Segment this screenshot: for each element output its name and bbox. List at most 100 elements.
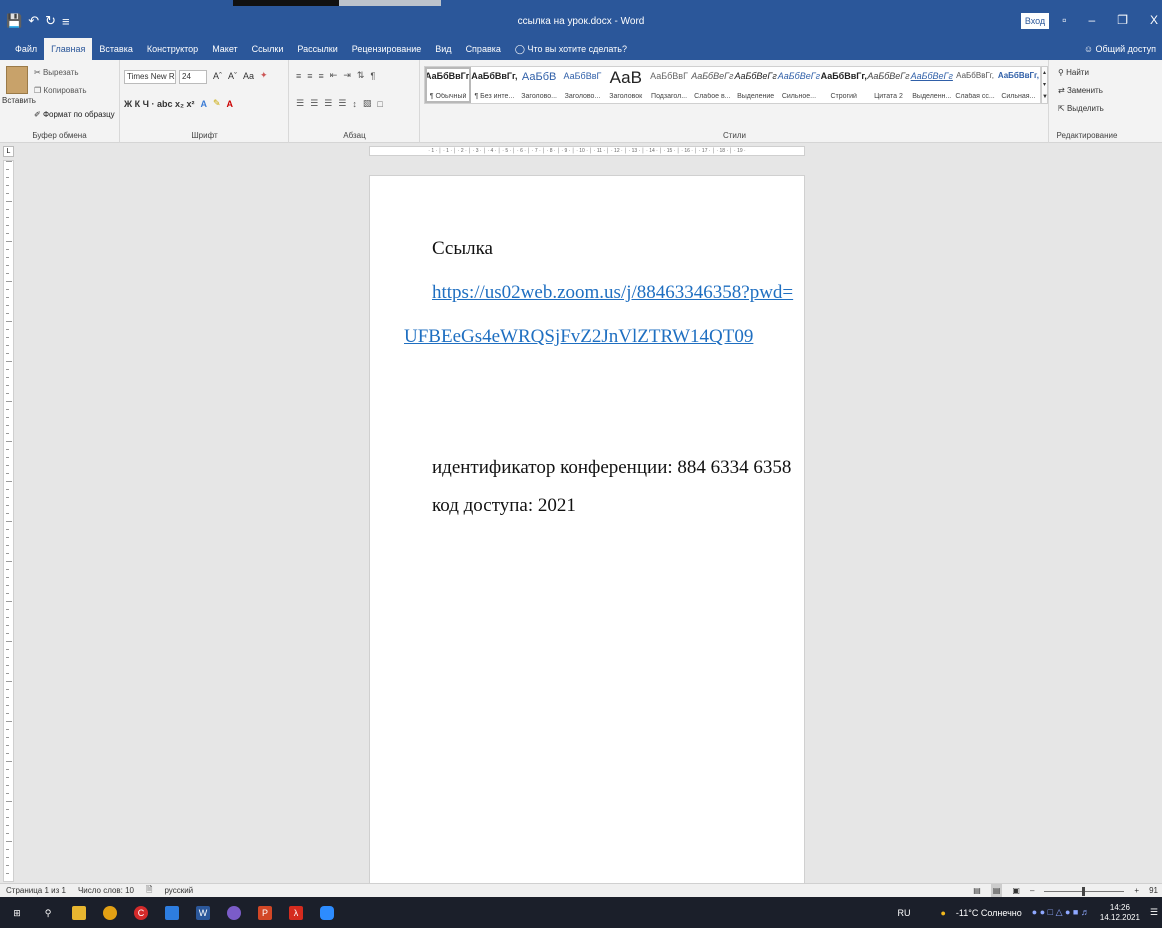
format-painter-button[interactable]: ✐ Формат по образцу <box>34 110 115 119</box>
app-c-icon[interactable]: C <box>134 905 148 920</box>
app-blue-icon[interactable] <box>165 905 179 920</box>
clear-format-icon[interactable]: ✦ <box>260 70 268 81</box>
start-icon[interactable]: ⊞ <box>10 906 24 920</box>
grow-font-icon[interactable]: Aˆ <box>213 71 222 81</box>
style-title[interactable]: АаВ Заголовок <box>604 67 647 103</box>
font-size-select[interactable]: 24 <box>179 70 207 84</box>
line-spacing-icon[interactable]: ↕ <box>352 99 357 109</box>
text-effects-icon[interactable]: A <box>200 99 207 109</box>
pilcrow-icon[interactable]: ¶ <box>370 71 375 81</box>
tab-view[interactable]: Вид <box>428 38 458 60</box>
justify-icon[interactable]: ☰ <box>338 98 346 109</box>
zoom-in-button[interactable]: + <box>1134 884 1139 898</box>
change-case-icon[interactable]: Aa <box>243 71 254 81</box>
document-page[interactable]: Ссылка https://us02web.zoom.us/j/8846334… <box>369 175 805 885</box>
zoom-app-icon[interactable] <box>320 905 334 920</box>
multilevel-icon[interactable]: ≡ <box>319 71 324 81</box>
align-right-icon[interactable]: ☰ <box>324 98 332 109</box>
vertical-ruler[interactable] <box>3 160 14 882</box>
tab-help[interactable]: Справка <box>459 38 508 60</box>
chrome-icon[interactable] <box>103 905 117 920</box>
search-icon[interactable]: ⚲ <box>41 906 55 920</box>
viber-icon[interactable] <box>227 905 241 920</box>
style-subtitle[interactable]: АаБбВвГ Подзагол... <box>647 67 690 103</box>
zoom-slider[interactable] <box>1044 886 1125 896</box>
doc-link-line-1[interactable]: https://us02web.zoom.us/j/88463346358?pw… <box>432 282 793 304</box>
language-indicator[interactable]: русский <box>164 886 193 895</box>
paste-button[interactable]: Вставить <box>2 96 36 105</box>
file-explorer-icon[interactable] <box>72 905 86 920</box>
style-intense-reference[interactable]: АаБбВвГг, Сильная... <box>997 67 1040 103</box>
select-button[interactable]: ⇱ Выделить <box>1058 104 1104 113</box>
bullets-icon[interactable]: ≡ <box>296 71 301 81</box>
page-count[interactable]: Страница 1 из 1 <box>6 886 66 895</box>
tell-me-search[interactable]: ◯ Что вы хотите сделать? <box>508 38 634 60</box>
style-heading-1[interactable]: АаБбВ Заголово... <box>518 67 561 103</box>
shading-icon[interactable]: ▧ <box>363 98 372 109</box>
style-quote[interactable]: АаБбВеГг Цитата 2 <box>867 67 910 103</box>
acrobat-icon[interactable]: λ <box>289 905 303 920</box>
tab-file[interactable]: Файл <box>8 38 44 60</box>
copy-button[interactable]: ❐ Копировать <box>34 86 86 95</box>
proofing-icon[interactable]: 🗎 <box>146 884 152 898</box>
close-button[interactable]: X <box>1150 13 1158 27</box>
horizontal-ruler[interactable]: · 1 · │ · 1 · │ · 2 · │ · 3 · │ · 4 · │ … <box>369 146 805 156</box>
word-icon[interactable]: W <box>196 905 210 920</box>
style-intense-quote[interactable]: АаБбВеГг Выделенн... <box>910 67 953 103</box>
increase-indent-icon[interactable]: ⇥ <box>343 70 351 81</box>
print-layout-icon[interactable]: ▤ <box>990 884 1003 898</box>
style-no-spacing[interactable]: АаБбВвГг, ¶ Без инте... <box>471 67 517 103</box>
paste-icon[interactable] <box>6 66 28 94</box>
decrease-indent-icon[interactable]: ⇤ <box>330 70 338 81</box>
zoom-out-button[interactable]: – <box>1030 884 1034 898</box>
numbering-icon[interactable]: ≡ <box>307 71 312 81</box>
ribbon-display-icon[interactable]: ▫ <box>1062 13 1066 27</box>
tab-layout[interactable]: Макет <box>205 38 244 60</box>
restore-button[interactable]: ❐ <box>1117 13 1128 27</box>
powerpoint-icon[interactable]: P <box>258 905 272 920</box>
font-format-buttons[interactable]: Ж К Ч · abc x₂ x² <box>124 99 194 109</box>
minimize-button[interactable]: – <box>1089 13 1096 27</box>
notifications-icon[interactable]: ☰ <box>1150 907 1158 918</box>
weather-icon[interactable]: ● <box>940 908 945 918</box>
styles-scroll[interactable]: ▴ ▾ ▼ <box>1041 66 1048 104</box>
zoom-thumb[interactable] <box>1082 886 1086 896</box>
highlight-icon[interactable]: ✎ <box>213 98 221 109</box>
tab-home[interactable]: Главная <box>44 38 93 60</box>
input-language[interactable]: RU <box>897 908 910 918</box>
find-button[interactable]: ⚲ Найти <box>1058 68 1089 77</box>
tab-insert[interactable]: Вставка <box>92 38 139 60</box>
align-center-icon[interactable]: ☰ <box>310 98 318 109</box>
borders-icon[interactable]: □ <box>377 99 382 109</box>
doc-link-line-2[interactable]: UFBEeGs4eWRQSjFvZ2JnVlZTRW14QT09 <box>404 326 753 348</box>
style-heading-2[interactable]: АаБбВвГ Заголово... <box>561 67 604 103</box>
word-count[interactable]: Число слов: 10 <box>78 886 134 895</box>
weather-text[interactable]: -11°C Солнечно <box>956 908 1022 918</box>
tab-design[interactable]: Конструктор <box>140 38 205 60</box>
font-color-icon[interactable]: A <box>227 99 234 109</box>
copy-label: Копировать <box>43 86 87 95</box>
style-strong[interactable]: АаБбВвГг, Строгий <box>821 67 867 103</box>
font-name-select[interactable]: Times New R <box>124 70 176 84</box>
style-normal[interactable]: АаБбВвГг, ¶ Обычный <box>425 67 472 103</box>
style-emphasis[interactable]: АаБбВеГг Выделение <box>734 67 777 103</box>
read-mode-icon[interactable]: ▤ <box>973 884 981 898</box>
tab-references[interactable]: Ссылки <box>245 38 291 60</box>
tab-selector[interactable]: L <box>3 146 14 157</box>
align-left-icon[interactable]: ☰ <box>296 98 304 109</box>
zoom-level[interactable]: 91 <box>1149 884 1158 898</box>
signin-button[interactable]: Вход <box>1021 13 1049 29</box>
cut-button[interactable]: ✂ Вырезать <box>34 68 79 77</box>
tab-mailings[interactable]: Рассылки <box>290 38 344 60</box>
sort-icon[interactable]: ⇅ <box>357 70 365 81</box>
style-intense-emphasis[interactable]: АаБбВеГг Сильное... <box>777 67 820 103</box>
tray-icons[interactable]: ● ● □ △ ● ■ ♬ <box>1032 907 1090 918</box>
replace-button[interactable]: ⇄ Заменить <box>1058 86 1103 95</box>
style-subtle-emphasis[interactable]: АаБбВеГг Слабое в... <box>691 67 734 103</box>
shrink-font-icon[interactable]: Aˇ <box>228 71 237 81</box>
web-layout-icon[interactable]: ▣ <box>1012 884 1020 898</box>
tab-review[interactable]: Рецензирование <box>345 38 429 60</box>
share-button[interactable]: ☺ Общий доступ <box>1084 38 1156 60</box>
style-subtle-reference[interactable]: АаБбВвГг, Слабая сс... <box>953 67 996 103</box>
clock[interactable]: 14:26 14.12.2021 <box>1100 903 1140 923</box>
